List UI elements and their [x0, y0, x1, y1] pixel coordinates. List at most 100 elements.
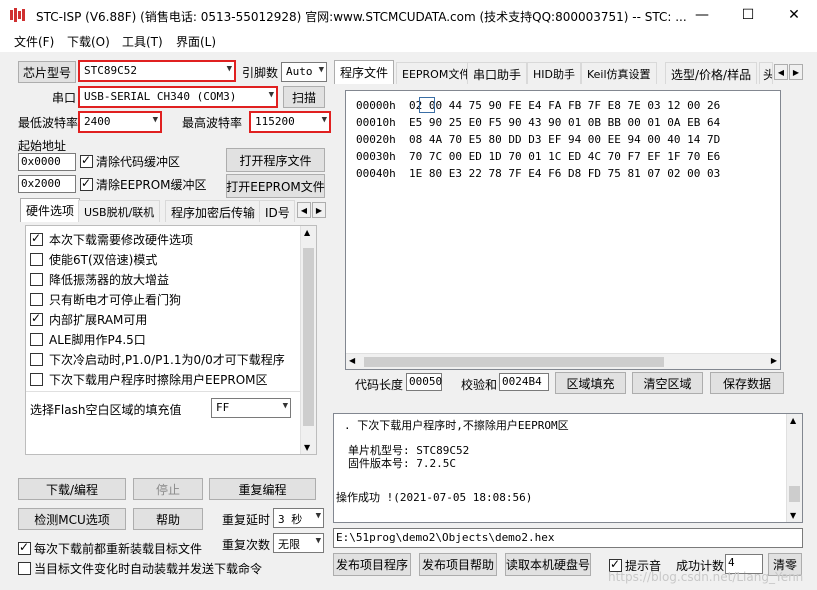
fill-area-button[interactable]: 区域填充 — [555, 372, 626, 394]
checkbox[interactable] — [18, 540, 31, 555]
checkbox[interactable] — [30, 311, 43, 326]
option-row[interactable]: ALE脚用作P4.5口 — [30, 329, 146, 349]
tab-scroll-left-button[interactable]: ◀ — [297, 202, 311, 218]
checkbox[interactable] — [30, 231, 43, 246]
log-text: 下次下载用户程序时,不擦除用户EEPROM区 — [357, 419, 569, 432]
detect-mcu-options-button[interactable]: 检测MCU选项 — [18, 508, 126, 530]
option-row[interactable]: 本次下载需要修改硬件选项 — [30, 229, 193, 249]
menu-interface[interactable]: 界面(L) — [176, 33, 216, 50]
pin-count-value: Auto — [286, 65, 313, 78]
menu-tools[interactable]: 工具(T) — [122, 33, 163, 50]
tab-id-number[interactable]: ID号 — [259, 200, 295, 222]
scrollbar-thumb[interactable] — [303, 248, 314, 426]
minimize-icon: — — [695, 7, 709, 23]
chip-model-button[interactable]: 芯片型号 — [18, 61, 76, 83]
port-select[interactable]: USB-SERIAL CH340 (COM3) ▼ — [78, 86, 278, 108]
tab-selection-price[interactable]: 选型/价格/样品 — [665, 62, 758, 84]
hex-row[interactable]: 00030h 70 7C 00 ED 1D 70 01 1C ED 4C 70 … — [356, 148, 720, 165]
start-address-eeprom-input[interactable]: 0x2000 — [18, 175, 76, 193]
close-button[interactable]: ✕ — [771, 0, 817, 30]
checkbox[interactable] — [30, 252, 43, 266]
tab-usb-offline[interactable]: USB脱机/联机 — [78, 200, 161, 222]
right-tab-scroll-left-button[interactable]: ◀ — [774, 64, 788, 80]
tab-scroll-right-button[interactable]: ▶ — [312, 202, 326, 218]
maximize-icon: ☐ — [741, 7, 755, 23]
option-label: 本次下载需要修改硬件选项 — [49, 232, 194, 247]
hex-address: 00020h — [356, 133, 396, 146]
tab-keil-debug[interactable]: Keil仿真设置 — [581, 62, 657, 84]
clear-eeprom-buffer-check[interactable]: 清除EEPROM缓冲区 — [80, 176, 207, 193]
checkbox[interactable] — [80, 153, 93, 168]
reload-before-download-check[interactable]: 每次下载前都重新装载目标文件 — [18, 540, 202, 557]
publish-project-button[interactable]: 发布项目程序 — [333, 553, 411, 576]
log-panel[interactable]: . 下次下载用户程序时,不擦除用户EEPROM区 单片机型号: STC89C52… — [333, 413, 803, 523]
download-program-button[interactable]: 下载/编程 — [18, 478, 126, 500]
hex-editor[interactable]: 00000h 02 00 44 75 90 FE E4 FA FB 7F E8 … — [345, 90, 781, 370]
checkbox[interactable] — [30, 332, 43, 346]
pin-count-select[interactable]: Auto ▼ — [281, 62, 327, 82]
tab-encrypt-transfer[interactable]: 程序加密后传输 — [165, 200, 262, 222]
repeat-delay-select[interactable]: 3 秒 ▼ — [273, 508, 324, 528]
checkbox[interactable] — [18, 562, 31, 575]
close-icon: ✕ — [788, 7, 800, 23]
repeat-count-label: 重复次数 — [222, 538, 271, 552]
hex-hscrollbar[interactable]: ◀ ▶ — [346, 353, 780, 369]
chevron-down-icon: ▼ — [268, 90, 274, 100]
scrollbar-thumb[interactable] — [364, 357, 664, 367]
chevron-up-icon: ▲ — [304, 228, 311, 237]
option-row[interactable]: 内部扩展RAM可用 — [30, 309, 147, 329]
tab-hid-assistant[interactable]: HID助手 — [527, 62, 581, 84]
minimize-button[interactable]: — — [679, 0, 725, 30]
clear-area-button[interactable]: 清空区域 — [632, 372, 703, 394]
tab-hardware-options[interactable]: 硬件选项 — [20, 198, 81, 222]
tab-program-file[interactable]: 程序文件 — [334, 60, 395, 84]
checkbox[interactable] — [30, 272, 43, 286]
tab-eeprom-file[interactable]: EEPROM文件 — [396, 62, 477, 84]
clear-code-buffer-check[interactable]: 清除代码缓冲区 — [80, 153, 180, 170]
hex-row[interactable]: 00040h 1E 80 E3 22 78 7F E4 F6 D8 FD 75 … — [356, 165, 720, 182]
right-tab-scroll-right-button[interactable]: ▶ — [789, 64, 803, 80]
options-scrollbar[interactable]: ▲ ▼ — [300, 226, 316, 454]
start-address-label: 起始地址 — [18, 139, 67, 153]
start-address-code-input[interactable]: 0x0000 — [18, 153, 76, 171]
checkbox[interactable] — [30, 292, 43, 306]
auto-load-on-change-check[interactable]: 当目标文件变化时自动装载并发送下载命令 — [18, 560, 262, 577]
option-row[interactable]: 下次冷启动时,P1.0/P1.1为0/0才可下载程序 — [30, 349, 285, 369]
scan-button[interactable]: 扫描 — [283, 86, 325, 108]
chevron-right-icon: ▶ — [315, 205, 323, 215]
checkbox[interactable] — [30, 352, 43, 366]
stop-button[interactable]: 停止 — [133, 478, 203, 500]
chip-model-value: STC89C52 — [84, 64, 137, 77]
scrollbar-thumb[interactable] — [789, 486, 800, 502]
tab-serial-assistant[interactable]: 串口助手 — [467, 62, 528, 84]
read-hdd-serial-button[interactable]: 读取本机硬盘号 — [505, 553, 591, 576]
option-row[interactable]: 下次下载用户程序时擦除用户EEPROM区 — [30, 369, 268, 389]
option-row[interactable]: 只有断电才可停止看门狗 — [30, 289, 181, 309]
menu-file[interactable]: 文件(F) — [14, 33, 54, 50]
option-row[interactable]: 降低振荡器的放大增益 — [30, 269, 169, 289]
tab-overflow[interactable]: 头 — [759, 62, 773, 84]
max-baud-select[interactable]: 115200 ▼ — [249, 111, 331, 133]
hex-row[interactable]: 00010h E5 90 25 E0 F5 90 43 90 01 0B BB … — [356, 114, 720, 131]
open-program-file-button[interactable]: 打开程序文件 — [226, 148, 325, 172]
maximize-button[interactable]: ☐ — [725, 0, 771, 30]
repeat-count-select[interactable]: 无限 ▼ — [273, 533, 324, 553]
flash-fill-select[interactable]: FF ▼ — [211, 398, 291, 418]
repeat-program-button[interactable]: 重复编程 — [209, 478, 316, 500]
publish-help-button[interactable]: 发布项目帮助 — [419, 553, 497, 576]
log-scrollbar[interactable]: ▲ ▼ — [786, 414, 802, 522]
open-eeprom-file-button[interactable]: 打开EEPROM文件 — [226, 174, 325, 198]
save-data-button[interactable]: 保存数据 — [710, 372, 784, 394]
file-path-field[interactable]: E:\51prog\demo2\Objects\demo2.hex — [333, 528, 803, 548]
min-baud-select[interactable]: 2400 ▼ — [78, 111, 162, 133]
hex-address: 00040h — [356, 167, 396, 180]
checkbox[interactable] — [80, 176, 93, 191]
option-row[interactable]: 使能6T(双倍速)模式 — [30, 249, 157, 269]
checkbox[interactable] — [30, 372, 43, 386]
menu-download[interactable]: 下载(O) — [67, 33, 110, 50]
hex-row[interactable]: 00000h 02 00 44 75 90 FE E4 FA FB 7F E8 … — [356, 97, 720, 114]
hex-row[interactable]: 00020h 08 4A 70 E5 80 DD D3 EF 94 00 EE … — [356, 131, 720, 148]
help-button[interactable]: 帮助 — [133, 508, 203, 530]
chip-model-select[interactable]: STC89C52 ▼ — [78, 60, 236, 82]
chevron-down-icon: ▼ — [226, 64, 232, 74]
